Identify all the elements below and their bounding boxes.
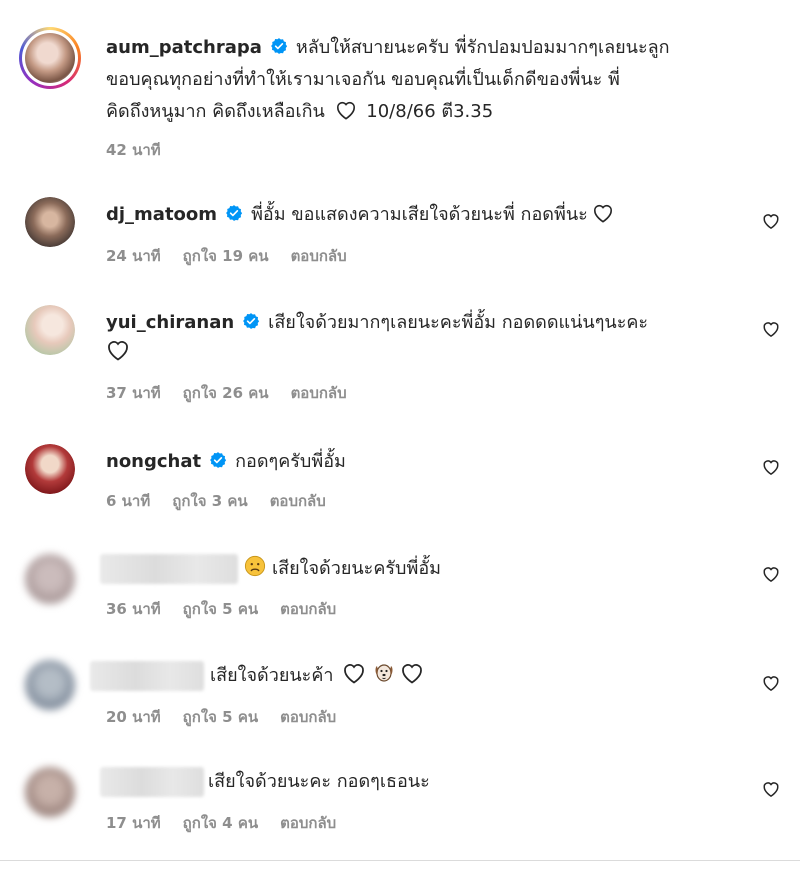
comment-text: เสียใจด้วยนะค้า (210, 665, 334, 686)
reply-button[interactable]: ตอบกลับ (270, 492, 326, 510)
heart-outline-icon (336, 101, 355, 120)
comment-likes[interactable]: ถูกใจ 5 คน (183, 600, 258, 618)
heart-outline-icon (593, 204, 612, 223)
comment-item: nongchat กอดๆครับพี่อั้ม 6 นาที ถูกใจ 3 คน… (0, 437, 800, 517)
comment-text: เสียใจด้วยนะคะ กอดๆเธอนะ (208, 771, 430, 792)
caption-username[interactable]: aum_patchrapa (106, 37, 262, 58)
like-heart-icon[interactable] (762, 458, 780, 476)
verified-badge-icon (243, 313, 260, 329)
comment-item: dj_matoom พี่อั้ม ขอแสดงความเสียใจด้วยนะพ… (0, 190, 800, 270)
comment-meta: 20 นาที ถูกใจ 5 คน ตอบกลับ (106, 705, 358, 729)
comment-line-2 (106, 338, 134, 368)
bottom-divider (0, 860, 800, 861)
comment-meta: 6 นาที ถูกใจ 3 คน ตอบกลับ (106, 489, 348, 513)
comments-panel: aum_patchrapa หลับให้สบายนะครับ พี่รักปอม… (0, 0, 800, 873)
reply-button[interactable]: ตอบกลับ (291, 247, 347, 265)
avatar[interactable] (25, 767, 75, 817)
like-heart-icon[interactable] (762, 565, 780, 583)
post-caption: aum_patchrapa หลับให้สบายนะครับ พี่รักปอม… (0, 0, 800, 170)
comment-item: yui_chiranan เสียใจด้วยมากๆเลยนะคะพี่อั้ม… (0, 298, 800, 408)
like-heart-icon[interactable] (762, 320, 780, 338)
avatar (25, 33, 75, 83)
sad-face-emoji (244, 555, 266, 577)
caption-meta: 42 นาที (106, 138, 183, 162)
caption-date: 10/8/66 ตี3.35 (366, 101, 494, 122)
comment-username[interactable]: dj_matoom (106, 204, 217, 225)
comment-item: เสียใจด้วยนะครับพี่อั้ม 36 นาที ถูกใจ 5 ค… (0, 544, 800, 624)
reply-button[interactable]: ตอบกลับ (280, 708, 336, 726)
avatar[interactable] (25, 305, 75, 355)
comment-item: เสียใจด้วยนะคะ กอดๆเธอนะ 17 นาที ถูกใจ 4 … (0, 759, 800, 849)
comment-likes[interactable]: ถูกใจ 19 คน (183, 247, 269, 265)
heart-outline-icon (108, 341, 128, 361)
like-heart-icon[interactable] (762, 780, 780, 798)
verified-badge-icon (271, 38, 288, 54)
caption-avatar-story-ring[interactable] (19, 27, 81, 89)
comment-time[interactable]: 6 นาที (106, 492, 150, 510)
blurred-username[interactable] (90, 661, 204, 691)
comment-line: nongchat กอดๆครับพี่อั้ม (106, 447, 346, 477)
comment-line: dj_matoom พี่อั้ม ขอแสดงความเสียใจด้วยนะพ… (106, 200, 618, 230)
avatar[interactable] (25, 444, 75, 494)
caption-text-1: หลับให้สบายนะครับ พี่รักปอมปอมมากๆเลยนะล… (295, 37, 670, 58)
comment-username[interactable]: nongchat (106, 451, 201, 472)
comment-likes[interactable]: ถูกใจ 3 คน (172, 492, 247, 510)
heart-outline-icon (343, 664, 364, 684)
comment-time[interactable]: 17 นาที (106, 814, 161, 832)
caption-text-3: คิดถึงหนูมาก คิดถึงเหลือเกิน (106, 101, 325, 122)
dog-face-emoji (375, 664, 392, 682)
like-heart-icon[interactable] (762, 674, 780, 692)
comment-time[interactable]: 36 นาที (106, 600, 161, 618)
verified-badge-icon (226, 205, 243, 221)
caption-line-3: คิดถึงหนูมาก คิดถึงเหลือเกิน 10/8/66 ตี3… (106, 97, 493, 127)
comment-item: เสียใจด้วยนะค้า 20 นาที ถูกใจ 5 คน ตอบกลับ (0, 652, 800, 732)
comment-time[interactable]: 37 นาที (106, 384, 161, 402)
comment-line: เสียใจด้วยนะค้า (210, 660, 428, 691)
reply-button[interactable]: ตอบกลับ (280, 814, 336, 832)
comment-text: เสียใจด้วยนะครับพี่อั้ม (272, 558, 442, 579)
comment-text: กอดๆครับพี่อั้ม (235, 451, 346, 472)
comment-text: เสียใจด้วยมากๆเลยนะคะพี่อั้ม กอดดดแน่นๆน… (268, 312, 649, 333)
caption-time[interactable]: 42 นาที (106, 141, 161, 159)
comment-time[interactable]: 20 นาที (106, 708, 161, 726)
comment-meta: 24 นาที ถูกใจ 19 คน ตอบกลับ (106, 244, 369, 268)
avatar[interactable] (25, 554, 75, 604)
comment-line: เสียใจด้วยนะครับพี่อั้ม (244, 554, 441, 584)
comment-username[interactable]: yui_chiranan (106, 312, 234, 333)
comment-likes[interactable]: ถูกใจ 26 คน (183, 384, 269, 402)
caption-text-2: ขอบคุณทุกอย่างที่ทำให้เรามาเจอกัน ขอบคุณ… (106, 69, 620, 90)
blurred-username[interactable] (100, 554, 238, 584)
comment-meta: 37 นาที ถูกใจ 26 คน ตอบกลับ (106, 381, 369, 405)
comment-likes[interactable]: ถูกใจ 4 คน (183, 814, 258, 832)
reply-button[interactable]: ตอบกลับ (291, 384, 347, 402)
heart-outline-icon (401, 664, 422, 684)
comment-likes[interactable]: ถูกใจ 5 คน (183, 708, 258, 726)
comment-line: เสียใจด้วยนะคะ กอดๆเธอนะ (208, 767, 430, 797)
comment-line: yui_chiranan เสียใจด้วยมากๆเลยนะคะพี่อั้ม… (106, 308, 648, 338)
comment-meta: 36 นาที ถูกใจ 5 คน ตอบกลับ (106, 597, 358, 621)
blurred-username[interactable] (100, 767, 204, 797)
avatar[interactable] (25, 660, 75, 710)
caption-line-1: aum_patchrapa หลับให้สบายนะครับ พี่รักปอม… (106, 33, 670, 63)
comment-meta: 17 นาที ถูกใจ 4 คน ตอบกลับ (106, 811, 358, 835)
comment-text: พี่อั้ม ขอแสดงความเสียใจด้วยนะพี่ กอดพี่… (251, 204, 588, 225)
verified-badge-icon (210, 452, 227, 468)
like-heart-icon[interactable] (762, 212, 780, 230)
avatar[interactable] (25, 197, 75, 247)
comment-time[interactable]: 24 นาที (106, 247, 161, 265)
reply-button[interactable]: ตอบกลับ (280, 600, 336, 618)
